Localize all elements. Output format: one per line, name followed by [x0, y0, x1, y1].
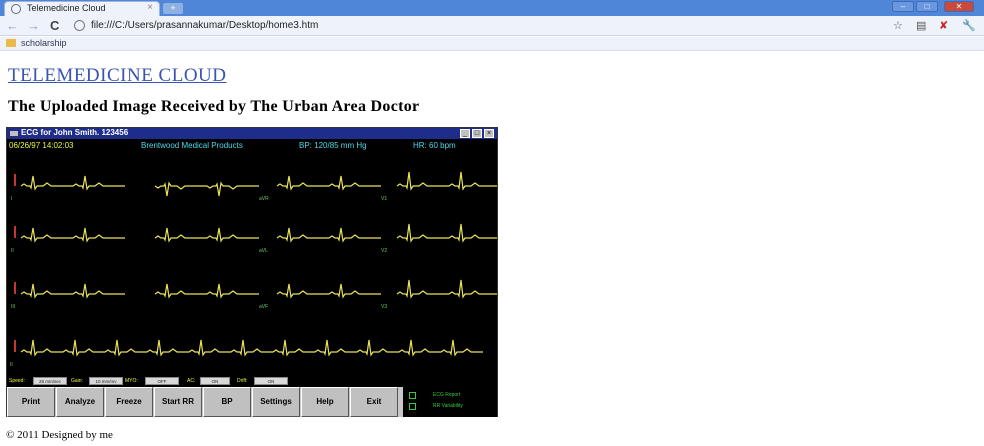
ecg-lead-trace: [154, 283, 259, 299]
star-icon[interactable]: ☆: [893, 19, 903, 32]
drift-label: Drift:: [237, 378, 248, 384]
ecg-start-rr-button: Start RR: [154, 387, 202, 417]
page-title[interactable]: TELEMEDICINE CLOUD: [8, 65, 227, 87]
page-menu-icon[interactable]: ▤: [916, 19, 926, 32]
calibration-marker: [14, 174, 16, 186]
ecg-lead-label: aVR: [259, 196, 269, 202]
ecg-heart-rate: HR: 60 bpm: [413, 141, 456, 150]
address-bar[interactable]: file:///C:/Users/prasannakumar/Desktop/h…: [91, 20, 318, 31]
app-menu-icon: [10, 131, 18, 136]
ecg-maximize-icon: □: [472, 129, 482, 138]
ecg-lead-label: I: [11, 196, 12, 202]
ecg-help-button: Help: [301, 387, 349, 417]
ecg-bp-button: BP: [203, 387, 251, 417]
ecg-rhythm-strip: [20, 339, 483, 357]
ecg-lead-trace: [154, 181, 259, 197]
ecg-report-checkbox: [409, 392, 416, 399]
ecg-window-title: ECG for John Smith. 123456: [21, 128, 129, 137]
ecg-lead-trace: [20, 283, 125, 299]
page-subtitle: The Uploaded Image Received by The Urban…: [8, 98, 420, 115]
ecg-settings-button: Settings: [252, 387, 300, 417]
ecg-exit-button: Exit: [350, 387, 398, 417]
rr-variability-label: RR Variability: [433, 403, 463, 409]
browser-tab[interactable]: Telemedicine Cloud ×: [4, 1, 160, 16]
bookmark-scholarship[interactable]: scholarship: [21, 38, 67, 48]
ecg-lead-trace: [276, 227, 381, 243]
ecg-lead-trace: [154, 227, 259, 243]
ecg-button-bar: Print Analyze Freeze Start RR BP Setting…: [7, 387, 497, 417]
ac-label: AC:: [187, 378, 196, 384]
globe-icon: [11, 4, 21, 14]
ecg-titlebar: ECG for John Smith. 123456 _ □ ×: [7, 128, 497, 139]
ecg-freeze-button: Freeze: [105, 387, 153, 417]
ecg-datetime: 06/26/97 14:02:03: [9, 141, 74, 150]
ecg-close-icon: ×: [484, 129, 494, 138]
ecg-report-label: ECG Report: [433, 392, 461, 398]
ecg-lead-label: aVF: [259, 304, 268, 310]
rr-variability-checkbox: [409, 403, 416, 410]
ecg-lead-label: aVL: [259, 248, 268, 254]
browser-toolbar: ← → C file:///C:/Users/prasannakumar/Des…: [0, 16, 984, 36]
ecg-lead-label: V3: [381, 304, 387, 310]
minimize-button[interactable]: –: [892, 1, 914, 12]
myo-label: MYO:: [125, 378, 138, 384]
speed-label: Speed:: [9, 378, 25, 384]
tab-close-button[interactable]: ×: [147, 2, 153, 13]
ecg-print-button: Print: [7, 387, 55, 417]
ecg-lead-trace: [396, 223, 497, 243]
gain-field: 10 mm/mv: [89, 377, 123, 385]
calibration-marker: [14, 340, 16, 352]
ecg-lead-trace: [20, 227, 125, 243]
new-tab-button[interactable]: +: [163, 3, 183, 14]
drift-field: ON: [254, 377, 288, 385]
ecg-minimize-icon: _: [460, 129, 470, 138]
folder-icon: [6, 39, 16, 47]
maximize-button[interactable]: □: [916, 1, 938, 12]
ecg-controls-bar: Speed: 25 mm/sec Gain: 10 mm/mv MYO: OFF…: [7, 377, 497, 387]
page-icon: [74, 20, 85, 31]
ecg-lead-label: II: [10, 362, 13, 368]
mcafee-icon[interactable]: ✘: [939, 19, 948, 32]
calibration-marker: [14, 282, 16, 294]
reload-icon[interactable]: C: [50, 18, 59, 33]
window-close-button[interactable]: ✕: [944, 1, 974, 12]
calibration-marker: [14, 226, 16, 238]
bookmarks-bar: scholarship: [0, 37, 984, 51]
ecg-lead-trace: [396, 171, 497, 191]
gain-label: Gain:: [71, 378, 83, 384]
ecg-traces: IaVRV1V4IIaVLV2V5IIIaVFV3V6II: [10, 171, 497, 368]
tab-title: Telemedicine Cloud: [27, 3, 106, 13]
ecg-lead-trace: [276, 175, 381, 191]
ac-field: ON: [200, 377, 230, 385]
back-icon[interactable]: ←: [6, 18, 19, 33]
ecg-report-options: ECG Report RR Variability: [403, 387, 497, 417]
ecg-lead-trace: [396, 279, 497, 299]
wrench-icon[interactable]: 🔧: [962, 19, 976, 32]
forward-icon[interactable]: →: [27, 18, 40, 33]
ecg-lead-label: V2: [381, 248, 387, 254]
ecg-lead-label: III: [11, 304, 15, 310]
ecg-lead-trace: [20, 175, 125, 191]
ecg-lead-label: II: [11, 248, 14, 254]
myo-field: OFF: [145, 377, 179, 385]
speed-field: 25 mm/sec: [33, 377, 67, 385]
page-footer: © 2011 Designed by me: [6, 429, 113, 441]
ecg-analyze-button: Analyze: [56, 387, 104, 417]
browser-tab-strip: Telemedicine Cloud × + – □ ✕: [0, 0, 984, 16]
ecg-lead-label: V1: [381, 196, 387, 202]
ecg-status-bar: 06/26/97 14:02:03 Brentwood Medical Prod…: [7, 140, 497, 152]
ecg-company: Brentwood Medical Products: [141, 141, 243, 150]
ecg-blood-pressure: BP: 120/85 mm Hg: [299, 141, 367, 150]
ecg-lead-trace: [276, 283, 381, 299]
ecg-image: ECG for John Smith. 123456 _ □ × 06/26/9…: [6, 127, 498, 417]
